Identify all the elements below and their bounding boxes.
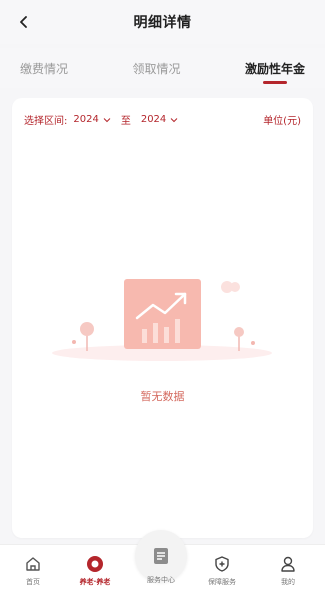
end-year-value: 2024 xyxy=(140,114,167,125)
service-center-label: 服务中心 xyxy=(147,576,175,584)
range-to-label: 至 xyxy=(120,116,131,127)
tab-incentive-annuity[interactable]: 激励性年金 xyxy=(245,48,305,88)
tab-receive[interactable]: 领取情况 xyxy=(132,48,180,88)
date-range-filter: 选择区间: 2024 至 2024 单位(元) xyxy=(24,112,301,127)
home-icon xyxy=(26,557,40,571)
back-button[interactable] xyxy=(12,10,36,34)
service-center-icon xyxy=(154,548,168,564)
tab-bar: 缴费情况 领取情况 激励性年金 xyxy=(0,48,325,88)
nav-home[interactable]: 首页 xyxy=(3,555,63,595)
empty-state-illustration xyxy=(52,279,272,361)
shield-icon xyxy=(215,556,229,572)
detail-card: 选择区间: 2024 至 2024 单位(元) 暂无数据 xyxy=(12,98,313,538)
chevron-down-icon xyxy=(103,117,111,122)
nav-security-service[interactable]: 保障服务 xyxy=(192,555,252,595)
top-bar: 明细详情 xyxy=(0,0,325,44)
tab-payment[interactable]: 缴费情况 xyxy=(20,48,68,88)
end-year-select[interactable]: 2024 xyxy=(141,114,178,125)
nav-home-label: 首页 xyxy=(26,578,40,586)
pension-icon xyxy=(87,556,103,572)
empty-state-message: 暂无数据 xyxy=(140,390,185,403)
start-year-value: 2024 xyxy=(73,114,99,125)
page-title: 明细详情 xyxy=(133,15,192,31)
range-label: 选择区间: xyxy=(24,116,68,127)
nav-mine-label: 我的 xyxy=(281,578,295,586)
start-year-select[interactable]: 2024 xyxy=(73,114,111,125)
user-icon xyxy=(281,556,295,572)
screen: 明细详情 缴费情况 领取情况 激励性年金 选择区间: 2024 至 2024 单… xyxy=(0,0,325,602)
chevron-left-icon xyxy=(20,16,27,28)
nav-pension[interactable]: 养老·养老 xyxy=(65,555,125,595)
tab-receive-label: 领取情况 xyxy=(132,61,181,76)
active-tab-indicator xyxy=(262,81,287,84)
tab-incentive-annuity-label: 激励性年金 xyxy=(244,61,305,76)
tab-payment-label: 缴费情况 xyxy=(20,61,69,76)
unit-label: 单位(元) xyxy=(263,116,301,127)
chevron-down-icon xyxy=(170,117,178,122)
nav-pension-label: 养老·养老 xyxy=(79,578,111,586)
tree-icon xyxy=(80,322,94,351)
nav-security-service-label: 保障服务 xyxy=(208,578,236,586)
nav-mine[interactable]: 我的 xyxy=(258,555,318,595)
